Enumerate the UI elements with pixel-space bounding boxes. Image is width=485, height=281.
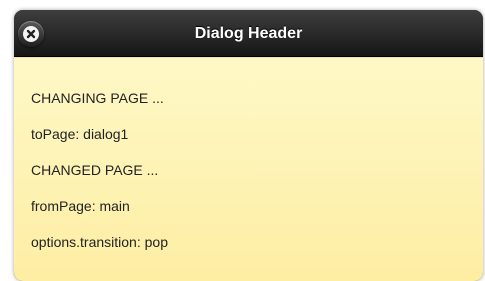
dialog-content: CHANGING PAGE ... toPage: dialog1 CHANGE… [14, 57, 483, 281]
dialog-title: Dialog Header [194, 25, 303, 42]
dialog-header: Dialog Header [14, 10, 483, 57]
log-line: options.transition: pop [31, 234, 168, 250]
log-line: CHANGED PAGE ... [31, 162, 159, 178]
log-line: fromPage: main [31, 198, 130, 214]
dialog: Dialog Header CHANGING PAGE ... toPage: … [14, 10, 483, 281]
log-line: toPage: dialog1 [31, 126, 129, 142]
log-line: CHANGING PAGE ... [31, 90, 164, 106]
